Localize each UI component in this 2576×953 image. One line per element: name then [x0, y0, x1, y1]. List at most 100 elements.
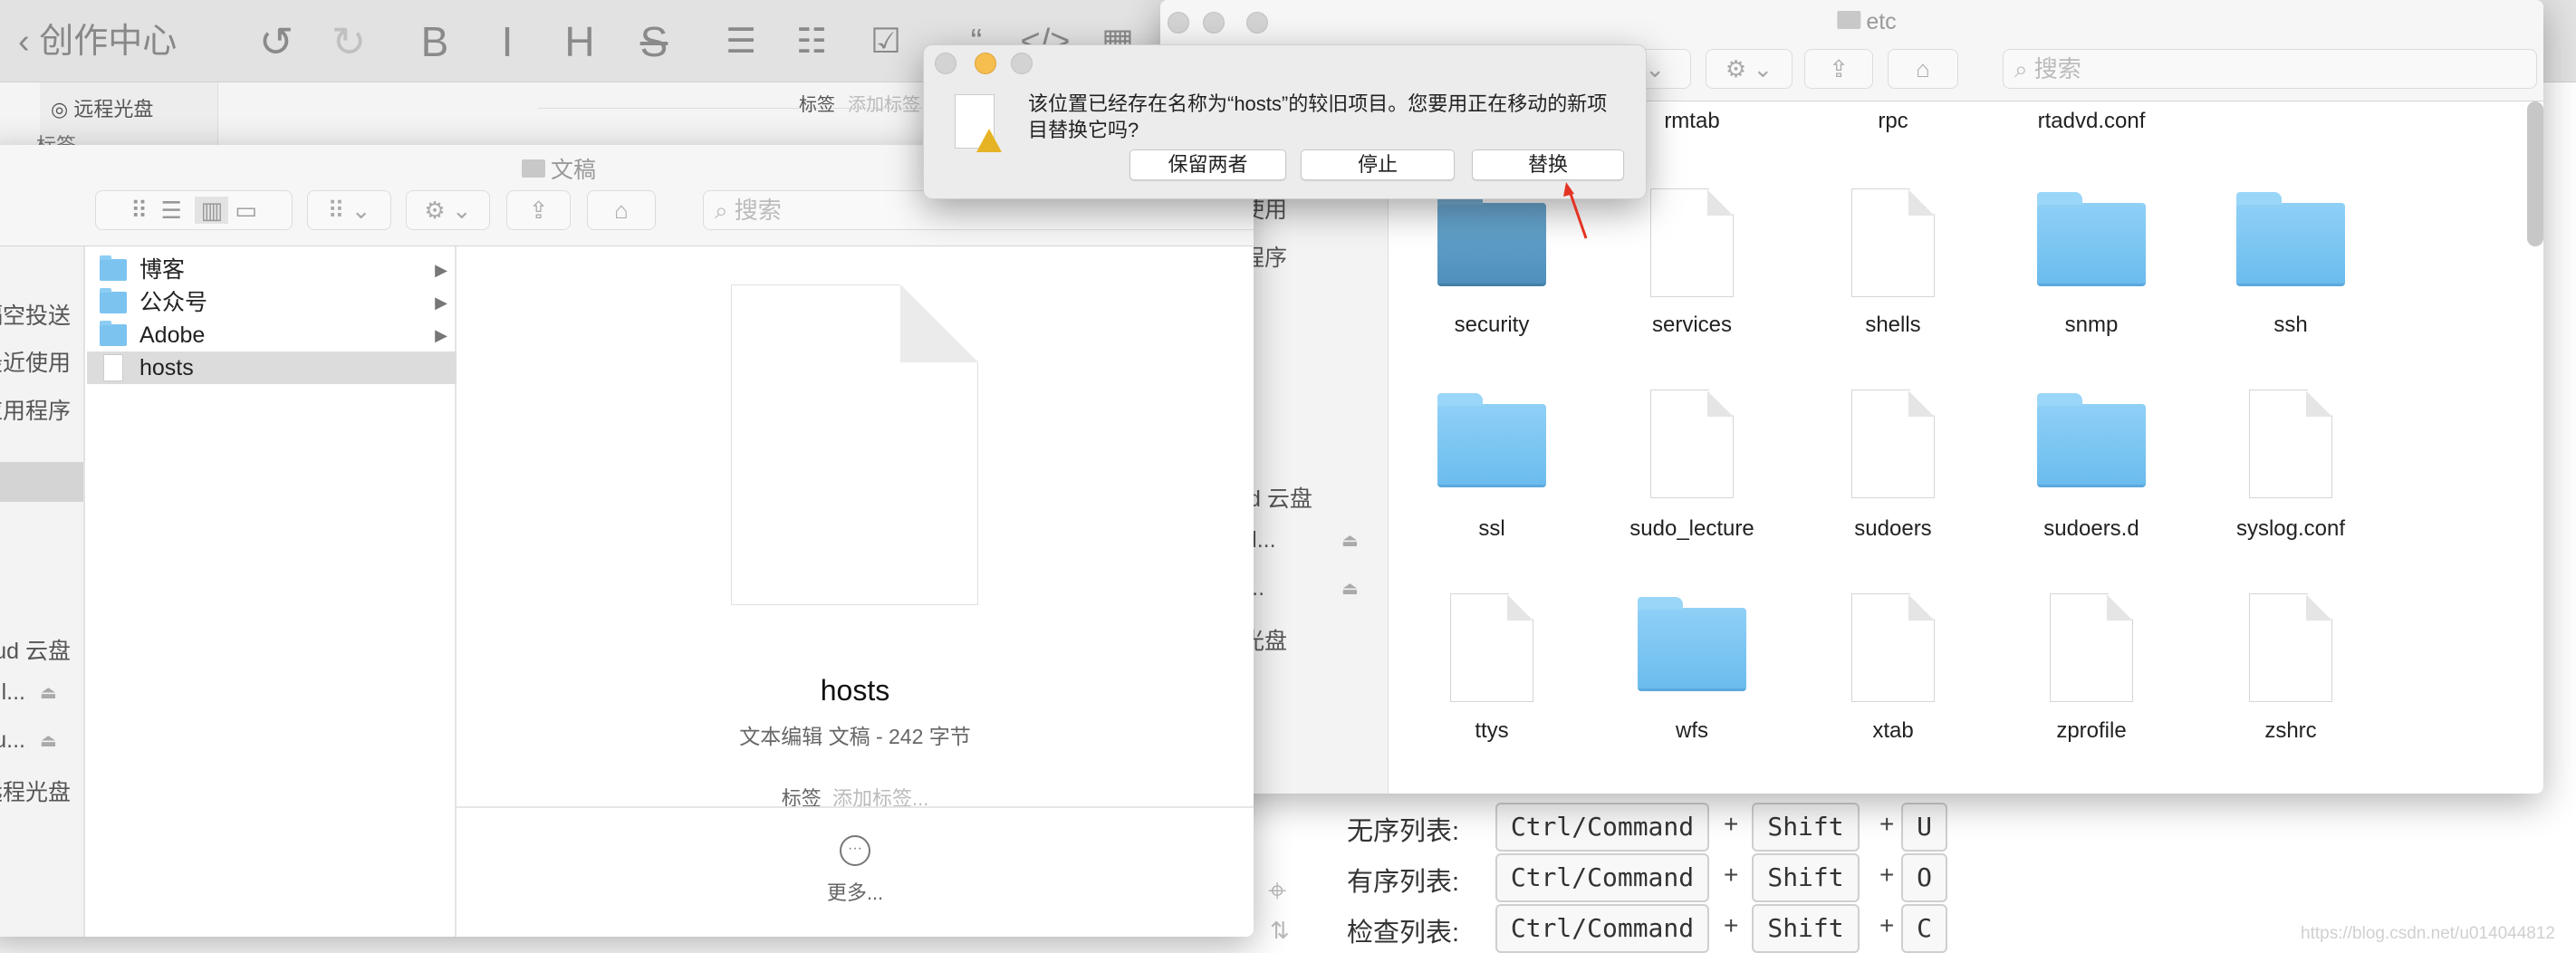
- tag-icon: ⌂: [1916, 55, 1930, 82]
- zoom-button[interactable]: [1011, 53, 1033, 74]
- file-name: wfs: [1676, 718, 1708, 743]
- file-name: xtab: [1872, 718, 1914, 743]
- chevron-left-icon: ‹: [18, 23, 40, 61]
- shortcut-label: 有序列表:: [1347, 868, 1460, 897]
- share-button[interactable]: ⇪: [1804, 49, 1873, 89]
- shortcut-row: 有序列表: Ctrl/Command + Shift + O: [1347, 853, 1981, 902]
- document-icon: [2249, 593, 2332, 702]
- checklist-icon[interactable]: ☑: [859, 16, 913, 67]
- more-button[interactable]: ··· 更多...: [457, 835, 1254, 906]
- key-cap: Ctrl/Command: [1495, 803, 1709, 852]
- plus-sign: +: [1724, 810, 1739, 838]
- folder-row[interactable]: 公众号 ▶: [87, 286, 457, 319]
- icon-view-icon[interactable]: ⠿: [130, 197, 148, 224]
- sidebar-item[interactable]: QMu...: [0, 727, 25, 754]
- eject-icon[interactable]: ⏏: [40, 729, 57, 752]
- sidebar-item[interactable]: 应用程序: [0, 393, 71, 426]
- replace-button[interactable]: 替换: [1472, 149, 1624, 180]
- folder-row[interactable]: Adobe ▶: [87, 319, 457, 351]
- file-item[interactable]: zprofile: [1992, 101, 2191, 794]
- sort-icon[interactable]: ⇅: [1270, 917, 1290, 945]
- shortcut-label: 无序列表:: [1347, 817, 1460, 846]
- stop-button[interactable]: 停止: [1301, 149, 1455, 180]
- file-item[interactable]: wfs: [1592, 101, 1792, 794]
- sidebar-item[interactable]: 隔空投送: [0, 298, 71, 331]
- unordered-list-icon[interactable]: ☰: [714, 16, 768, 67]
- search-input[interactable]: ⌕ 搜索: [2003, 49, 2537, 89]
- disclosure-arrow-icon: ▶: [435, 261, 447, 279]
- item-name: 公众号: [139, 290, 208, 315]
- replace-confirm-dialog: 该位置已经存在名称为“hosts”的较旧项目。您要用正在移动的新项目替换它吗? …: [923, 44, 1647, 199]
- tag-button[interactable]: ⌂: [587, 190, 656, 230]
- sidebar-item[interactable]: iCloud 云盘: [0, 633, 71, 666]
- gear-icon: ⚙: [1725, 55, 1747, 82]
- eject-icon[interactable]: ⏏: [1341, 577, 1359, 600]
- undo-icon[interactable]: ↺: [249, 16, 303, 67]
- back-button[interactable]: ‹ 创作中心: [18, 18, 177, 65]
- tag-button[interactable]: ⌂: [1888, 49, 1958, 89]
- sidebar-item[interactable]: Googl...: [0, 679, 25, 706]
- zoom-button[interactable]: [1246, 12, 1268, 34]
- key-cap: Ctrl/Command: [1495, 853, 1709, 902]
- folder-icon: [1837, 11, 1861, 29]
- close-button[interactable]: [1168, 12, 1189, 34]
- view-mode-group[interactable]: ⠿ ☰ ▥ ▭: [95, 190, 293, 230]
- keep-both-button[interactable]: 保留两者: [1129, 149, 1286, 180]
- file-name: zshrc: [2264, 718, 2317, 743]
- file-name: ttys: [1475, 718, 1509, 743]
- document-icon: [2050, 593, 2133, 702]
- scrollbar[interactable]: [2527, 101, 2543, 246]
- share-icon: ⇪: [528, 197, 549, 224]
- disclosure-arrow-icon: ▶: [435, 294, 447, 312]
- close-button[interactable]: [935, 53, 956, 74]
- plus-sign: +: [1879, 810, 1895, 838]
- remote-disc-item: ◎ 远程光盘: [51, 98, 154, 120]
- bold-icon[interactable]: B: [408, 16, 462, 67]
- search-icon: ⌕: [2014, 55, 2034, 82]
- key-cap: Shift: [1752, 853, 1860, 902]
- item-name: Adobe: [139, 322, 206, 348]
- action-gear-button[interactable]: ⚙ ⌄: [406, 190, 490, 230]
- file-item[interactable]: xtab: [1793, 101, 1993, 794]
- arrange-button[interactable]: ⠿ ⌄: [307, 190, 391, 230]
- file-row[interactable]: hosts: [87, 351, 457, 384]
- dialog-message: 该位置已经存在名称为“hosts”的较旧项目。您要用正在移动的新项目替换它吗?: [1028, 92, 1608, 141]
- eject-icon[interactable]: ⏏: [1341, 529, 1359, 552]
- action-gear-button[interactable]: ⚙ ⌄: [1706, 49, 1793, 89]
- folder-icon: [100, 288, 127, 313]
- plus-sign: +: [1879, 861, 1895, 889]
- sidebar-item[interactable]: 文稿: [25, 467, 71, 500]
- strikethrough-icon[interactable]: S: [627, 16, 681, 67]
- ghost-tags-placeholder: 添加标签: [848, 95, 920, 115]
- list-view-icon[interactable]: ☰: [161, 197, 182, 224]
- file-name: zprofile: [2056, 718, 2127, 743]
- plus-sign: +: [1724, 911, 1739, 939]
- document-icon: [1450, 593, 1533, 702]
- folder-row[interactable]: 博客 ▶: [87, 254, 457, 286]
- sidebar-item[interactable]: 远程光盘: [0, 775, 71, 807]
- heading-icon[interactable]: H: [553, 16, 607, 67]
- minimize-button[interactable]: [1203, 12, 1225, 34]
- redo-icon[interactable]: ↻: [322, 16, 376, 67]
- shortcut-row: 检查列表: Ctrl/Command + Shift + C: [1347, 904, 1981, 953]
- column-view-icon[interactable]: ▥: [195, 197, 229, 224]
- key-cap: U: [1901, 803, 1947, 852]
- italic-icon[interactable]: I: [480, 16, 534, 67]
- annotation-arrow: [1563, 182, 1588, 239]
- key-cap: Ctrl/Command: [1495, 904, 1709, 953]
- gear-icon: ⚙: [424, 197, 446, 224]
- key-cap: O: [1901, 853, 1947, 902]
- share-button[interactable]: ⇪: [506, 190, 571, 230]
- minimize-button[interactable]: [975, 53, 996, 74]
- window-title: etc: [1837, 9, 1897, 35]
- preview-file-info: 文本编辑 文稿 - 242 字节: [739, 725, 971, 748]
- preview-tags[interactable]: 标签 添加标签...: [457, 783, 1254, 806]
- share-icon: ⇪: [1829, 55, 1849, 82]
- file-item[interactable]: zshrc: [2191, 101, 2390, 794]
- crosshair-icon[interactable]: ⌖: [1268, 871, 1286, 910]
- eject-icon[interactable]: ⏏: [40, 681, 57, 704]
- ordered-list-icon[interactable]: ☷: [784, 16, 839, 67]
- sidebar-item[interactable]: 最近使用: [0, 345, 71, 378]
- tag-icon: ⌂: [614, 197, 629, 224]
- gallery-view-icon[interactable]: ▭: [235, 197, 257, 224]
